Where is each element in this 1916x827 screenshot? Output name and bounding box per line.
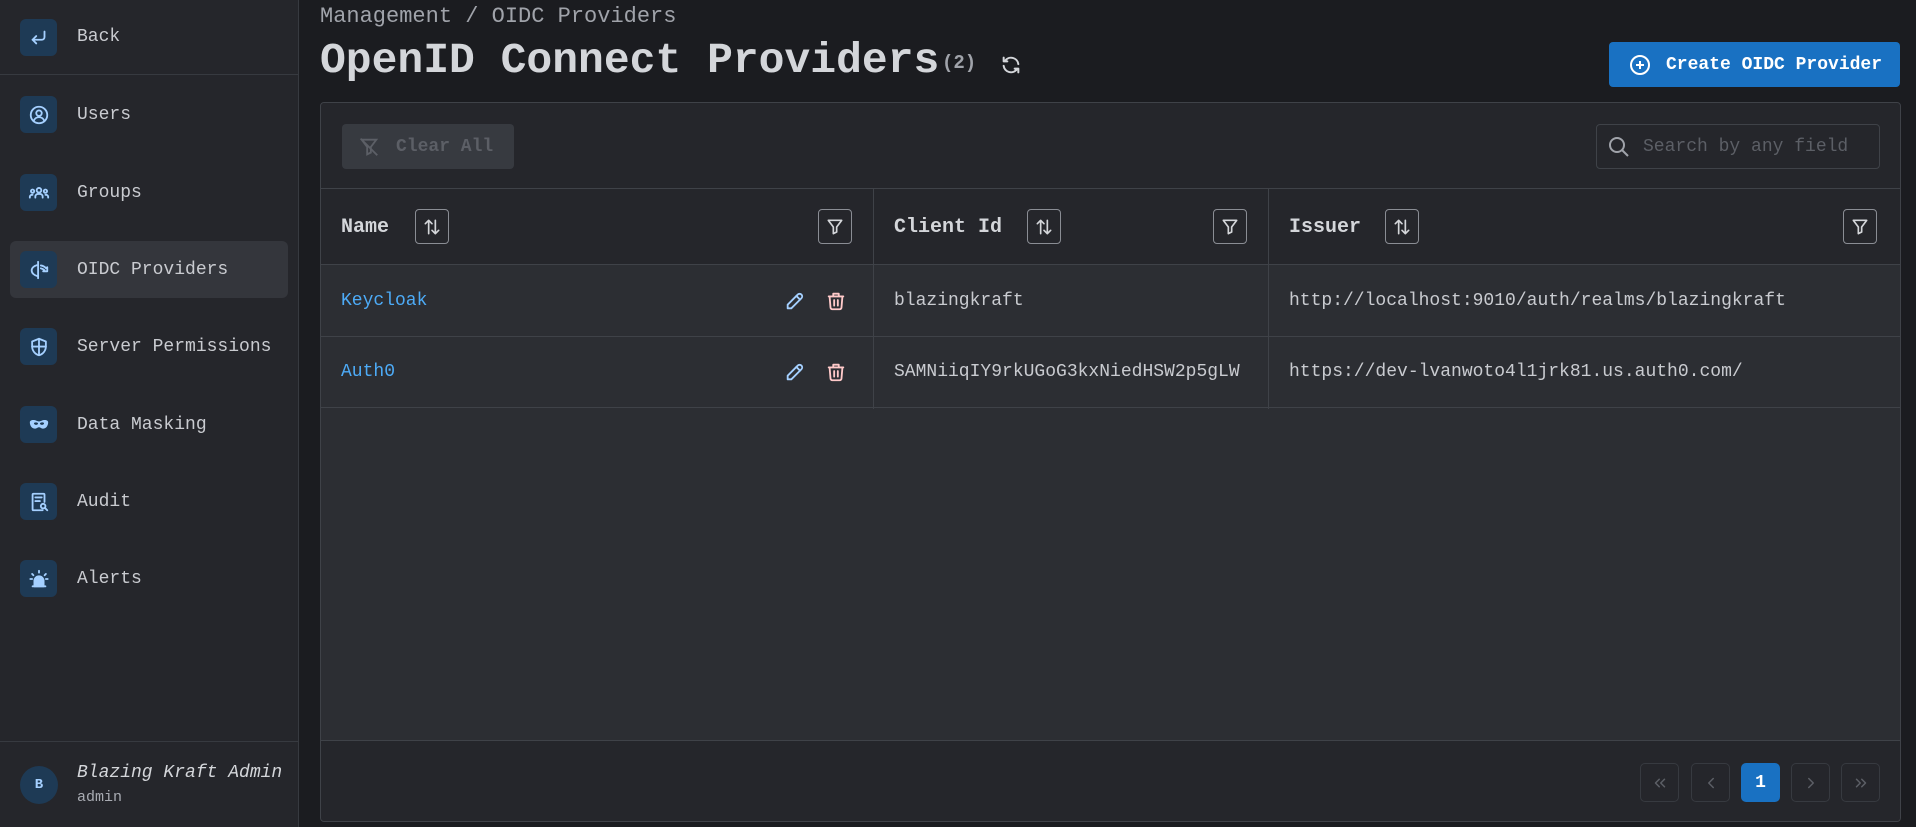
sidebar-item-label: Data Masking <box>77 414 207 435</box>
page-button-current[interactable]: 1 <box>1741 763 1780 802</box>
filter-icon <box>1222 219 1238 234</box>
provider-name-link[interactable]: Keycloak <box>341 266 427 336</box>
sidebar-item-alerts[interactable]: Alerts <box>10 550 288 607</box>
edit-button[interactable] <box>782 359 808 385</box>
alarm-icon <box>20 560 57 597</box>
search-icon <box>1609 136 1629 157</box>
user-role: admin <box>77 789 123 806</box>
filter-button-client-id[interactable] <box>1213 209 1247 244</box>
back-button[interactable]: Back <box>0 0 298 75</box>
delete-button[interactable] <box>823 359 849 385</box>
edit-button[interactable] <box>782 288 808 314</box>
sidebar-item-label: Users <box>77 104 132 125</box>
pencil-icon <box>786 363 804 381</box>
sidebar-item-label: Server Permissions <box>77 336 272 357</box>
column-header-issuer: Issuer <box>1289 215 1362 239</box>
trash-icon <box>827 363 845 382</box>
sidebar-item-label: Groups <box>77 182 142 203</box>
filter-icon <box>1852 219 1868 234</box>
providers-table-panel: Clear All Name Client Id Issuer <box>320 102 1901 822</box>
chevron-left-icon <box>1707 777 1714 788</box>
sidebar-item-server-permissions[interactable]: Server Permissions <box>10 318 288 375</box>
sidebar-item-audit[interactable]: Audit <box>10 473 288 530</box>
sidebar-item-users[interactable]: Users <box>10 86 288 143</box>
search-field[interactable] <box>1596 124 1880 169</box>
avatar: B <box>20 765 58 804</box>
pencil-icon <box>786 292 804 310</box>
table-row: Auth0 SAMNiiqIY9rkUGoG3kxNiedHSW2p5gLW h… <box>321 337 1900 408</box>
sort-arrows-icon <box>424 219 440 234</box>
user-circle-icon <box>20 96 57 133</box>
breadcrumb: Management / OIDC Providers <box>320 4 677 29</box>
user-name: Blazing Kraft Admin <box>77 763 283 783</box>
sort-arrows-icon <box>1394 219 1410 234</box>
chevrons-left-icon <box>1654 778 1665 787</box>
table-toolbar: Clear All <box>321 103 1900 189</box>
provider-count: (2) <box>942 52 977 74</box>
table-header: Name Client Id Issuer <box>321 189 1900 265</box>
sidebar-item-label: Audit <box>77 491 132 512</box>
column-divider <box>1268 189 1269 409</box>
sidebar-item-oidc-providers[interactable]: OIDC Providers <box>10 241 288 298</box>
mask-icon <box>20 406 57 443</box>
filter-button-name[interactable] <box>818 209 852 244</box>
filter-icon <box>827 219 843 234</box>
shield-icon <box>20 328 57 365</box>
client-id-cell: blazingkraft <box>894 291 1024 311</box>
first-page-button[interactable] <box>1640 763 1679 802</box>
sidebar: Back Users Groups OIDC Providers Server … <box>0 0 299 827</box>
sidebar-item-data-masking[interactable]: Data Masking <box>10 396 288 453</box>
users-group-icon <box>20 174 57 211</box>
trash-icon <box>827 292 845 311</box>
provider-name-link[interactable]: Auth0 <box>341 337 395 407</box>
back-label: Back <box>77 27 121 47</box>
chevrons-right-icon <box>1855 778 1866 787</box>
column-divider <box>873 189 874 409</box>
pagination: 1 <box>321 740 1900 821</box>
chevron-right-icon <box>1807 777 1814 788</box>
filter-off-icon <box>359 137 379 156</box>
page-title: OpenID Connect Providers <box>320 36 940 85</box>
refresh-icon <box>1002 56 1020 74</box>
client-id-cell: SAMNiiqIY9rkUGoG3kxNiedHSW2p5gLW <box>894 362 1240 382</box>
sidebar-item-label: OIDC Providers <box>77 259 229 280</box>
create-oidc-provider-button[interactable]: Create OIDC Provider <box>1609 42 1900 87</box>
sidebar-item-groups[interactable]: Groups <box>10 164 288 221</box>
filter-button-issuer[interactable] <box>1843 209 1877 244</box>
sidebar-item-label: Alerts <box>77 568 142 589</box>
sort-button-client-id[interactable] <box>1027 209 1061 244</box>
column-header-name: Name <box>341 215 390 239</box>
column-header-client-id: Client Id <box>894 215 1003 239</box>
report-icon <box>20 483 57 520</box>
issuer-cell: http://localhost:9010/auth/realms/blazin… <box>1289 291 1786 311</box>
table-row: Keycloak blazingkraft http://localhost:9… <box>321 266 1900 337</box>
search-input[interactable] <box>1643 136 1873 157</box>
last-page-button[interactable] <box>1841 763 1880 802</box>
plus-circle-icon <box>1630 54 1650 75</box>
create-button-label: Create OIDC Provider <box>1666 54 1883 75</box>
prev-page-button[interactable] <box>1691 763 1730 802</box>
sort-arrows-icon <box>1036 219 1052 234</box>
sort-button-issuer[interactable] <box>1385 209 1419 244</box>
user-profile[interactable]: B Blazing Kraft Admin admin <box>0 741 298 827</box>
refresh-button[interactable] <box>998 52 1024 78</box>
next-page-button[interactable] <box>1791 763 1830 802</box>
openid-icon <box>20 251 57 288</box>
delete-button[interactable] <box>823 288 849 314</box>
issuer-cell: https://dev-lvanwoto4l1jrk81.us.auth0.co… <box>1289 362 1743 382</box>
back-arrow-icon <box>20 18 57 56</box>
sort-button-name[interactable] <box>415 209 449 244</box>
clear-all-button[interactable]: Clear All <box>342 124 514 169</box>
clear-all-label: Clear All <box>396 136 494 157</box>
